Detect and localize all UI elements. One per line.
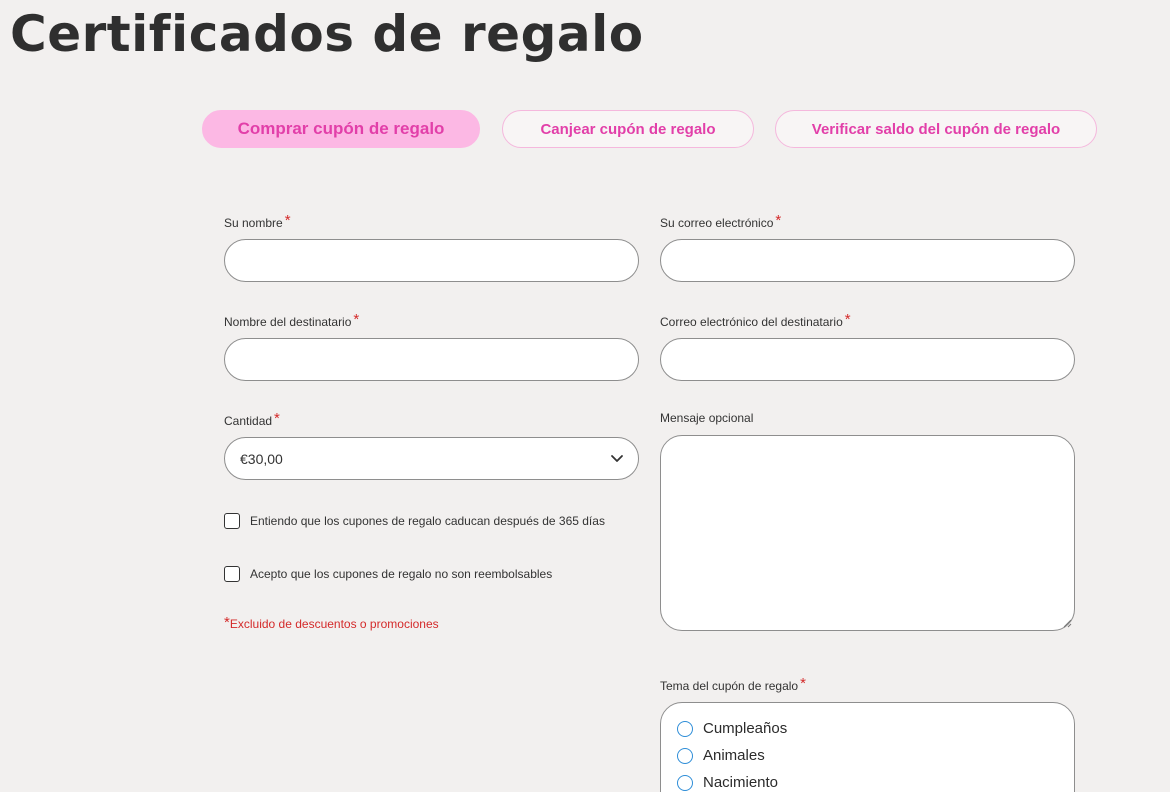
message-textarea[interactable] [660,435,1075,631]
required-mark: * [284,212,291,229]
expiry-checkbox[interactable] [224,513,240,529]
tab-check-balance[interactable]: Verificar saldo del cupón de regalo [775,110,1097,148]
amount-label: Cantidad * [224,410,280,428]
recipient-name-label-text: Nombre del destinatario [224,315,352,329]
theme-option-birthday[interactable]: Cumpleaños [677,720,787,737]
tab-redeem-gift-card[interactable]: Canjear cupón de regalo [502,110,754,148]
theme-option-label: Animales [703,747,765,764]
required-mark: * [800,675,806,692]
nonrefundable-checkbox-label: Acepto que los cupones de regalo no son … [250,567,553,581]
nonrefundable-checkbox-row[interactable]: Acepto que los cupones de regalo no son … [224,566,552,582]
theme-option-birth[interactable]: Nacimiento [677,774,778,791]
radio-button[interactable] [677,747,693,764]
theme-option-label: Nacimiento [703,774,779,791]
required-mark: * [775,212,782,229]
exclusion-note-text: Excluido de descuentos o promociones [229,617,439,631]
tab-buy-gift-card[interactable]: Comprar cupón de regalo [202,110,480,148]
page-title: Certificados de regalo [10,5,644,63]
amount-select[interactable]: €30,00 [224,437,639,480]
required-mark: * [844,311,851,328]
recipient-email-label: Correo electrónico del destinatario * [660,311,851,329]
nonrefundable-checkbox[interactable] [224,566,240,582]
chevron-down-icon [611,455,623,462]
your-name-label-text: Su nombre [224,216,283,230]
expiry-checkbox-row[interactable]: Entiendo que los cupones de regalo caduc… [224,513,605,529]
expiry-checkbox-label: Entiendo que los cupones de regalo caduc… [250,514,605,528]
theme-option-animals[interactable]: Animales [677,747,765,764]
recipient-email-label-text: Correo electrónico del destinatario [660,315,843,329]
message-label: Mensaje opcional [660,411,754,425]
gift-certificates-page: Certificados de regalo Comprar cupón de … [0,0,1170,792]
amount-selected-value: €30,00 [240,450,283,467]
theme-label: Tema del cupón de regalo * [660,675,806,693]
radio-button[interactable] [677,774,693,791]
your-email-input[interactable] [660,239,1075,282]
radio-button[interactable] [677,720,693,737]
theme-label-text: Tema del cupón de regalo [660,679,799,693]
recipient-email-input[interactable] [660,338,1075,381]
exclusion-note: *Excluido de descuentos o promociones [224,614,439,631]
theme-options-box: Cumpleaños Animales Nacimiento [660,702,1075,792]
your-name-label: Su nombre * [224,212,291,230]
your-name-input[interactable] [224,239,639,282]
recipient-name-input[interactable] [224,338,639,381]
amount-label-text: Cantidad [224,414,273,428]
resize-handle-icon[interactable] [1062,618,1072,628]
your-email-label: Su correo electrónico * [660,212,781,230]
theme-option-label: Cumpleaños [703,720,788,737]
required-mark: * [353,311,360,328]
recipient-name-label: Nombre del destinatario * [224,311,359,329]
required-mark: * [274,410,280,427]
your-email-label-text: Su correo electrónico [660,216,774,230]
